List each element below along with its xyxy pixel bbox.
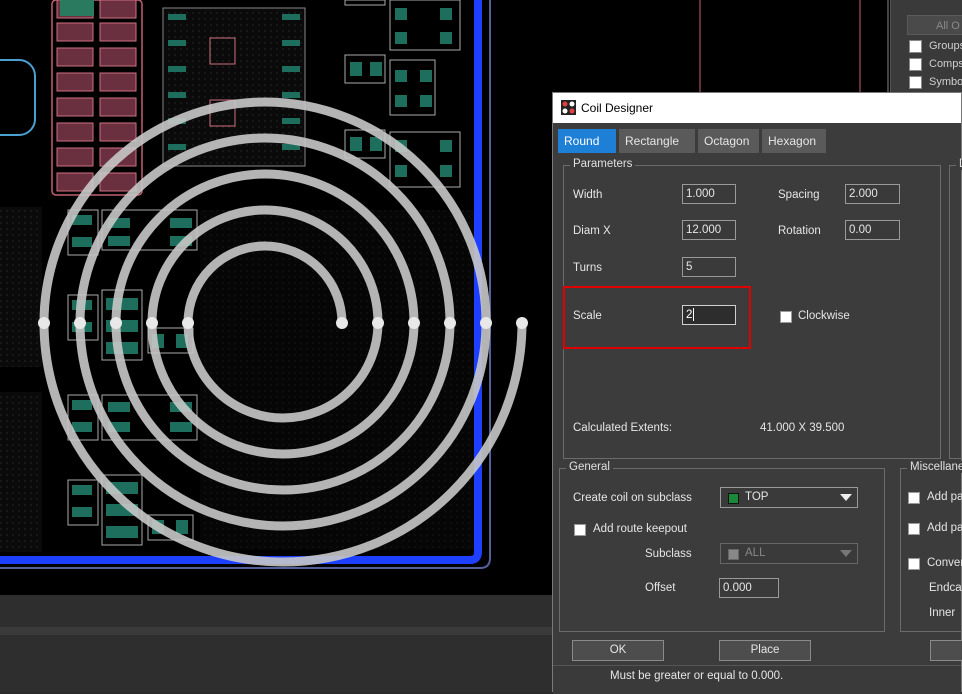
rotation-label: Rotation	[778, 225, 821, 237]
general-legend: General	[566, 461, 613, 473]
diam-x-label: Diam X	[573, 225, 611, 237]
route-keepout-checkbox[interactable]	[574, 524, 586, 536]
convert-label: Conver	[927, 557, 962, 569]
options-panel: All O Groups Comps Symbo	[890, 0, 962, 94]
add-pad-label-2: Add pa	[927, 522, 962, 534]
text-caret	[693, 308, 695, 322]
status-message: Must be greater or equal to 0.000.	[610, 670, 784, 682]
display-group: D	[949, 158, 962, 459]
spacing-field[interactable]: 2.000	[845, 184, 900, 204]
symbols-checkbox[interactable]	[909, 76, 922, 89]
parameters-legend: Parameters	[570, 158, 636, 170]
add-pad-checkbox-1[interactable]	[908, 492, 920, 504]
symbols-toggle[interactable]: Symbo	[909, 74, 962, 90]
offset-field[interactable]: 0.000	[719, 578, 779, 598]
add-pad-checkbox-2[interactable]	[908, 523, 920, 535]
offset-label: Offset	[645, 582, 676, 594]
groups-toggle[interactable]: Groups	[909, 38, 962, 54]
subclass-label: Subclass	[645, 548, 692, 560]
comps-label: Comps	[929, 58, 962, 70]
clockwise-checkbox[interactable]	[780, 311, 792, 323]
turns-label: Turns	[573, 262, 602, 274]
route-keepout-label: Add route keepout	[593, 523, 687, 535]
ok-button[interactable]: OK	[572, 640, 664, 661]
comps-checkbox[interactable]	[909, 58, 922, 71]
all-on-button[interactable]: All O	[907, 15, 962, 35]
clockwise-label: Clockwise	[798, 310, 850, 322]
width-field[interactable]: 1.000	[682, 184, 736, 204]
turns-field[interactable]: 5	[682, 257, 736, 277]
tab-round[interactable]: Round	[558, 129, 616, 153]
keepout-subclass-dropdown: ALL	[720, 543, 858, 564]
tab-octagon[interactable]: Octagon	[698, 129, 759, 153]
calculated-extents-label: Calculated Extents:	[573, 422, 673, 434]
coil-designer-dialog: Coil Designer Round Rectangle Octagon He…	[552, 92, 962, 694]
layer-color-swatch	[728, 493, 739, 504]
endcap-label: Endcap	[929, 582, 962, 594]
calculated-extents-value: 41.000 X 39.500	[760, 422, 845, 434]
convert-checkbox[interactable]	[908, 558, 920, 570]
symbols-label: Symbo	[929, 76, 962, 88]
disabled-swatch	[728, 549, 739, 560]
tab-hexagon[interactable]: Hexagon	[762, 129, 826, 153]
app-icon	[561, 100, 576, 115]
cancel-button[interactable]	[930, 640, 962, 661]
scale-value: 2	[686, 309, 693, 321]
width-label: Width	[573, 189, 603, 201]
scale-label: Scale	[573, 310, 602, 322]
inner-label: Inner	[929, 607, 956, 619]
dialog-titlebar[interactable]: Coil Designer	[553, 93, 961, 123]
groups-label: Groups	[929, 40, 962, 52]
misc-legend: Miscellane	[907, 461, 962, 473]
scale-field[interactable]: 2	[682, 305, 736, 325]
chevron-down-icon	[840, 494, 852, 501]
status-bar: Must be greater or equal to 0.000.	[553, 665, 961, 694]
diam-x-field[interactable]: 12.000	[682, 220, 736, 240]
spacing-label: Spacing	[778, 189, 820, 201]
dialog-title: Coil Designer	[581, 101, 654, 115]
chevron-down-icon	[840, 550, 852, 557]
place-button[interactable]: Place	[719, 640, 811, 661]
create-coil-label: Create coil on subclass	[573, 492, 692, 504]
keepout-subclass-value: ALL	[745, 547, 766, 559]
rotation-field[interactable]: 0.00	[845, 220, 900, 240]
display-legend: D	[956, 158, 962, 170]
comps-toggle[interactable]: Comps	[909, 56, 962, 72]
add-pad-label-1: Add pa	[927, 491, 962, 503]
groups-checkbox[interactable]	[909, 40, 922, 53]
tab-rectangle[interactable]: Rectangle	[619, 129, 695, 153]
subclass-dropdown[interactable]: TOP	[720, 487, 858, 508]
subclass-dropdown-value: TOP	[745, 491, 769, 503]
